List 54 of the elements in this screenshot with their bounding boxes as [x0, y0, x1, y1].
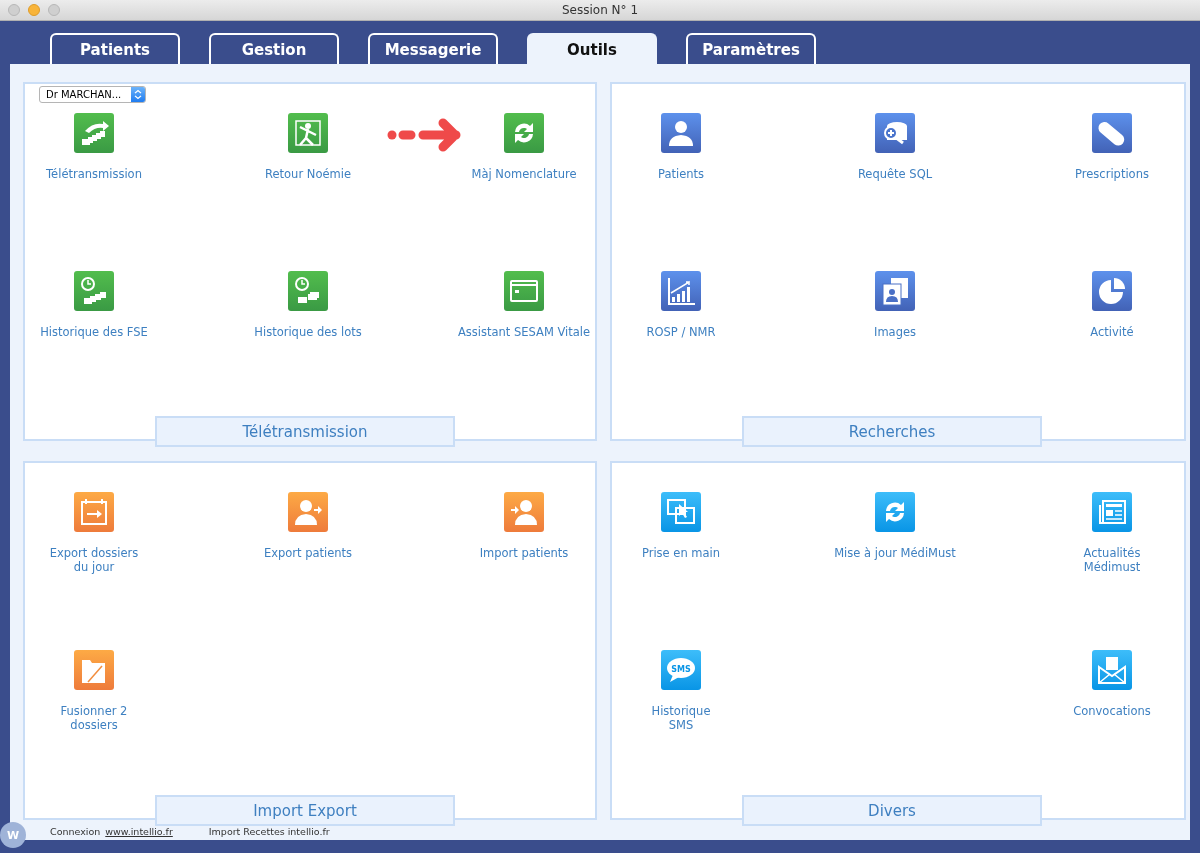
tool-label[interactable]: Export patients — [263, 546, 353, 560]
windows-cursor-icon[interactable] — [661, 492, 701, 532]
tool-label[interactable]: Prescriptions — [1075, 167, 1149, 181]
panel-title: Divers — [742, 795, 1042, 826]
import-link[interactable]: Import Recettes intellio.fr — [208, 826, 330, 837]
tool-label[interactable]: Images — [874, 325, 916, 339]
tool-label[interactable]: Màj Nomenclature — [471, 167, 577, 181]
refresh-icon[interactable] — [875, 492, 915, 532]
newspaper-icon[interactable] — [1092, 492, 1132, 532]
pie-chart-icon[interactable] — [1092, 271, 1132, 311]
clock-cards-icon[interactable] — [74, 271, 114, 311]
panel-title: Recherches — [742, 416, 1042, 447]
card-icon[interactable] — [504, 271, 544, 311]
refresh-icon[interactable] — [504, 113, 544, 153]
tab[interactable]: Paramètres — [686, 33, 816, 64]
tool-label[interactable]: Fusionner 2 dossiers — [60, 704, 128, 732]
panel-title: Import Export — [155, 795, 455, 826]
website-link[interactable]: www.intellio.fr — [105, 826, 173, 837]
connexion-label: Connexion — [50, 826, 101, 837]
tab[interactable]: Gestion — [209, 33, 339, 64]
tool-label[interactable]: Historique des lots — [254, 325, 362, 339]
window-title: Session N° 1 — [562, 3, 638, 17]
database-search-icon[interactable] — [875, 113, 915, 153]
tool-label[interactable]: Télétransmission — [46, 167, 142, 181]
tool-label[interactable]: Prise en main — [641, 546, 721, 560]
figure-drawing-icon[interactable] — [288, 113, 328, 153]
tool-label[interactable]: Activité — [1090, 325, 1134, 339]
tool-label[interactable]: Assistant SESAM Vitale — [457, 325, 591, 339]
stepper-icon — [131, 87, 145, 102]
photos-icon[interactable] — [875, 271, 915, 311]
tool-label[interactable]: Historique SMS — [651, 704, 711, 732]
pill-icon[interactable] — [1092, 113, 1132, 153]
folder-icon[interactable] — [74, 650, 114, 690]
tool-label[interactable]: Export dossiers du jour — [49, 546, 139, 574]
envelope-icon[interactable] — [1092, 650, 1132, 690]
tool-label[interactable]: Retour Noémie — [265, 167, 351, 181]
tool-label[interactable]: Actualités Médimust — [1083, 546, 1141, 574]
tab[interactable]: Messagerie — [368, 33, 498, 64]
tool-label[interactable]: Convocations — [1073, 704, 1151, 718]
bar-chart-icon[interactable] — [661, 271, 701, 311]
logo-icon: W — [0, 822, 26, 848]
tab[interactable]: Outils — [527, 33, 657, 64]
tool-label[interactable]: Historique des FSE — [40, 325, 148, 339]
clock-cards-icon[interactable] — [288, 271, 328, 311]
panel-title: Télétransmission — [155, 416, 455, 447]
tab[interactable]: Patients — [50, 33, 180, 64]
tool-label[interactable]: Patients — [657, 167, 704, 181]
tool-label[interactable]: ROSP / NMR — [646, 325, 716, 339]
tool-label[interactable]: Import patients — [479, 546, 569, 560]
doctor-dropdown[interactable]: Dr MARCHAN... — [39, 86, 146, 103]
minimize-button[interactable] — [28, 4, 40, 16]
tool-label[interactable]: Requête SQL — [857, 167, 933, 181]
tool-label[interactable]: Mise à jour MédiMust — [834, 546, 956, 560]
sms-bubble-icon[interactable]: SMS — [661, 650, 701, 690]
